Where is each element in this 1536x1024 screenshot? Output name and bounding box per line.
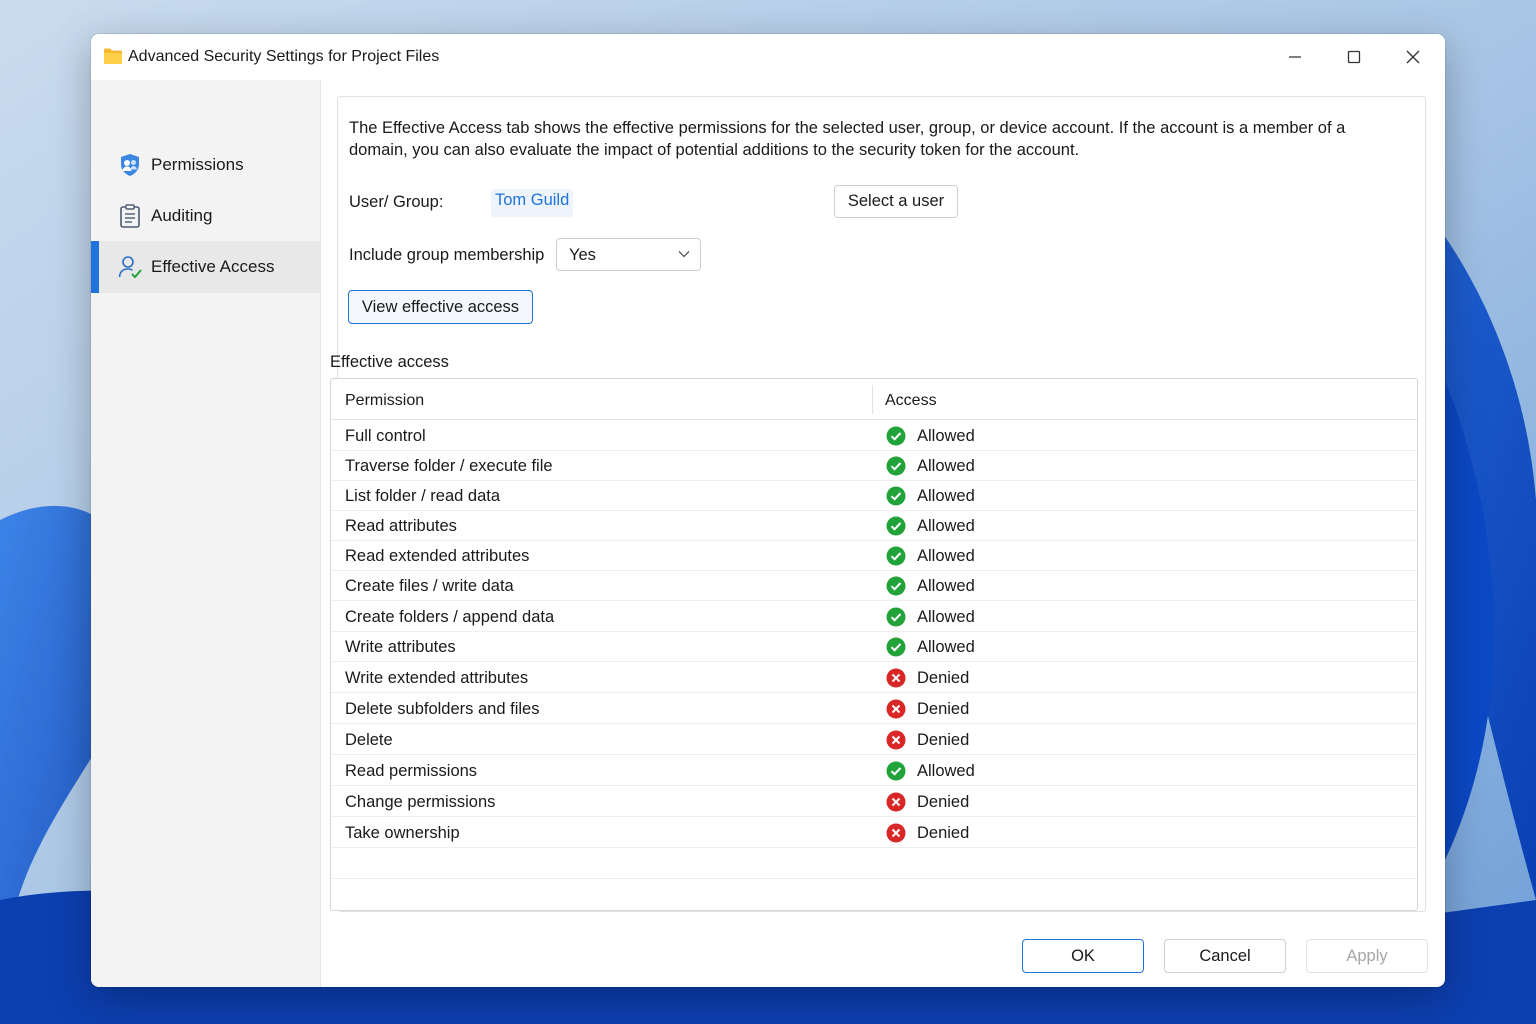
view-effective-access-button[interactable]: View effective access: [348, 290, 533, 324]
table-header: Permission Access: [331, 379, 1417, 420]
table-row[interactable]: Read permissions Allowed: [331, 756, 1417, 786]
sidebar: Permissions Auditing Effective Access: [91, 80, 321, 987]
table-row-empty: [331, 849, 1417, 879]
minimize-button[interactable]: [1266, 34, 1324, 80]
permission-name: Take ownership: [345, 824, 460, 842]
allowed-check-icon: [886, 456, 906, 476]
allowed-check-icon: [886, 761, 906, 781]
permission-name: Create files / write data: [345, 577, 514, 595]
sidebar-item-effective-access[interactable]: Effective Access: [91, 241, 320, 293]
table-row[interactable]: List folder / read data Allowed: [331, 481, 1417, 511]
apply-button: Apply: [1306, 939, 1428, 973]
include-group-label: Include group membership: [349, 246, 545, 264]
effective-access-table: Permission Access Full control Allowed Tra…: [330, 378, 1418, 911]
close-icon: [1406, 50, 1420, 64]
table-row[interactable]: Full control Allowed: [331, 421, 1417, 451]
permission-name: Delete: [345, 731, 393, 749]
table-row[interactable]: Create folders / append data Allowed: [331, 602, 1417, 632]
user-group-link[interactable]: Tom Guild: [491, 189, 574, 217]
table-row[interactable]: Create files / write data Allowed: [331, 571, 1417, 601]
allowed-check-icon: [886, 607, 906, 627]
sidebar-item-auditing[interactable]: Auditing: [91, 190, 320, 242]
permission-name: Read permissions: [345, 762, 478, 780]
denied-x-icon: [886, 699, 906, 719]
access-status: Allowed: [917, 638, 975, 656]
access-status: Allowed: [917, 608, 975, 626]
description-text: The Effective Access tab shows the effec…: [349, 119, 1346, 159]
access-status: Allowed: [917, 457, 975, 475]
section-title: Effective access: [330, 353, 449, 371]
table-row[interactable]: Read attributes Allowed: [331, 511, 1417, 541]
table-row[interactable]: Take ownership Denied: [331, 818, 1417, 848]
clipboard-icon: [120, 204, 140, 228]
allowed-check-icon: [886, 546, 906, 566]
minimize-icon: [1289, 56, 1301, 58]
select-user-button[interactable]: Select a user: [834, 185, 958, 218]
effective-access-panel: The Effective Access tab shows the effec…: [330, 96, 1426, 912]
user-group-label: User/ Group:: [349, 193, 444, 211]
allowed-check-icon: [886, 637, 906, 657]
table-row[interactable]: Delete Denied: [331, 725, 1417, 755]
table-row[interactable]: Write extended attributes Denied: [331, 663, 1417, 693]
permission-name: Change permissions: [345, 793, 496, 811]
window-title: Advanced Security Settings for Project F…: [128, 48, 440, 65]
permission-name: Full control: [345, 427, 426, 445]
folder-icon: [104, 48, 122, 64]
sidebar-item-permissions[interactable]: Permissions: [91, 139, 320, 191]
maximize-button[interactable]: [1325, 34, 1383, 80]
column-header-permission[interactable]: Permission: [345, 392, 424, 410]
cancel-button[interactable]: Cancel: [1164, 939, 1286, 973]
access-status: Denied: [917, 731, 970, 749]
denied-x-icon: [886, 823, 906, 843]
access-status: Allowed: [917, 427, 975, 445]
allowed-check-icon: [886, 576, 906, 596]
include-group-dropdown[interactable]: Yes: [556, 238, 701, 271]
ok-button[interactable]: OK: [1022, 939, 1144, 973]
user-check-icon: [118, 256, 142, 279]
permission-name: Write attributes: [345, 638, 456, 656]
allowed-check-icon: [886, 486, 906, 506]
permission-name: Delete subfolders and files: [345, 700, 540, 718]
access-status: Denied: [917, 700, 970, 718]
include-group-value: Yes: [569, 246, 596, 264]
denied-x-icon: [886, 668, 906, 688]
permission-name: Traverse folder / execute file: [345, 457, 553, 475]
access-status: Allowed: [917, 577, 975, 595]
access-status: Allowed: [917, 517, 975, 535]
title-bar[interactable]: Advanced Security Settings for Project F…: [91, 34, 1445, 80]
sidebar-item-label: Permissions: [151, 155, 244, 174]
table-row[interactable]: Traverse folder / execute file Allowed: [331, 451, 1417, 481]
sidebar-item-label: Auditing: [151, 206, 213, 225]
shield-users-icon: [121, 154, 139, 176]
access-status: Allowed: [917, 762, 975, 780]
permission-name: Write extended attributes: [345, 669, 529, 687]
access-status: Allowed: [917, 547, 975, 565]
access-status: Denied: [917, 793, 970, 811]
access-status: Allowed: [917, 487, 975, 505]
access-status: Denied: [917, 824, 970, 842]
security-settings-window: Advanced Security Settings for Project F…: [91, 34, 1445, 987]
maximize-icon: [1347, 50, 1361, 64]
table-row[interactable]: Write attributes Allowed: [331, 632, 1417, 662]
denied-x-icon: [886, 730, 906, 750]
permission-name: Read extended attributes: [345, 547, 530, 565]
chevron-down-icon: [678, 251, 690, 258]
permission-name: Create folders / append data: [345, 608, 555, 626]
sidebar-item-label: Effective Access: [151, 257, 275, 276]
table-row[interactable]: Change permissions Denied: [331, 787, 1417, 817]
table-row[interactable]: Delete subfolders and files Denied: [331, 694, 1417, 724]
allowed-check-icon: [886, 516, 906, 536]
access-status: Denied: [917, 669, 970, 687]
close-button[interactable]: [1384, 34, 1442, 80]
denied-x-icon: [886, 792, 906, 812]
table-row[interactable]: Read extended attributes Allowed: [331, 541, 1417, 571]
column-divider[interactable]: [872, 385, 873, 414]
permission-name: List folder / read data: [345, 487, 501, 505]
permission-name: Read attributes: [345, 517, 457, 535]
allowed-check-icon: [886, 426, 906, 446]
column-header-access[interactable]: Access: [885, 392, 937, 410]
